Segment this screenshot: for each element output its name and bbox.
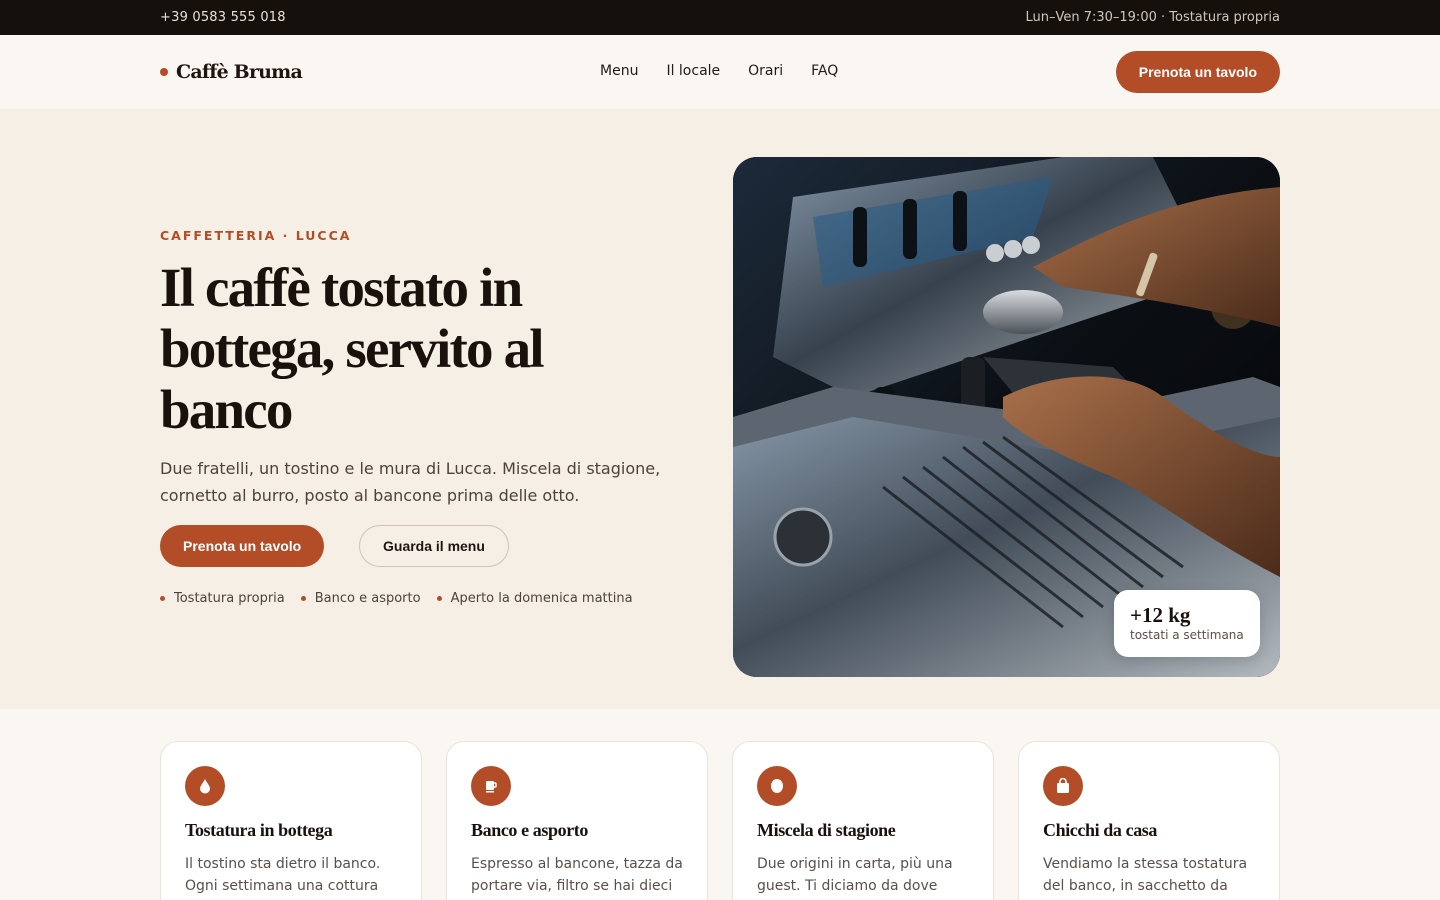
header-book-button[interactable]: Prenota un tavolo xyxy=(1115,51,1280,93)
card-title: Tostatura in bottega xyxy=(185,820,333,840)
drop-icon xyxy=(185,766,225,806)
nav-link-il-locale[interactable]: Il locale xyxy=(666,63,720,79)
hero-subtitle: Due fratelli, un tostino e le mura di Lu… xyxy=(160,459,661,505)
card-title: Banco e asporto xyxy=(471,820,588,840)
bag-icon xyxy=(1043,766,1083,806)
card-text: Due origini in carta, più una guest. Ti … xyxy=(757,856,953,894)
logo-text: Caffè Bruma xyxy=(176,61,303,83)
features-section: Tostatura in bottega Il tostino sta diet… xyxy=(0,709,1440,900)
hero-book-button[interactable]: Prenota un tavolo xyxy=(160,525,325,567)
main-nav: Menu Il locale Orari FAQ xyxy=(600,63,838,79)
nav-link-menu[interactable]: Menu xyxy=(600,63,638,79)
logo-dot-icon xyxy=(160,68,168,76)
feature-item: Banco e asporto xyxy=(300,591,421,606)
bullet-icon xyxy=(436,596,442,601)
opening-hours: Lun–Ven 7:30–19:00 · Tostatura propria xyxy=(1025,10,1280,25)
card-title: Miscela di stagione xyxy=(757,820,896,840)
top-info-bar: +39 0583 555 018 Lun–Ven 7:30–19:00 · To… xyxy=(0,0,1440,35)
feature-item: Aperto la domenica mattina xyxy=(436,591,633,606)
hero-eyebrow: CAFFETTERIA · LUCCA xyxy=(160,228,352,243)
feature-label: Tostatura propria xyxy=(174,591,285,606)
stat-value: +12 kg xyxy=(1130,603,1191,627)
card-text: Il tostino sta dietro il banco. Ogni set… xyxy=(185,856,381,894)
feature-label: Banco e asporto xyxy=(314,591,421,606)
hero-section: CAFFETTERIA · LUCCA Il caffè tostato in … xyxy=(0,109,1440,709)
stat-card: +12 kg tostati a settimana xyxy=(1114,590,1260,657)
nav-link-orari[interactable]: Orari xyxy=(748,63,783,79)
phone-number[interactable]: +39 0583 555 018 xyxy=(160,10,286,25)
feature-card-banco: Banco e asporto Espresso al bancone, taz… xyxy=(446,741,708,900)
card-title: Chicchi da casa xyxy=(1043,820,1158,840)
card-text: Vendiamo la stessa tostatura del banco, … xyxy=(1043,856,1248,894)
bean-icon xyxy=(757,766,797,806)
nav-link-faq[interactable]: FAQ xyxy=(811,63,838,79)
stat-label: tostati a settimana xyxy=(1130,628,1244,642)
feature-card-miscela: Miscela di stagione Due origini in carta… xyxy=(732,741,994,900)
feature-card-tostatura: Tostatura in bottega Il tostino sta diet… xyxy=(160,741,422,900)
hero-menu-button[interactable]: Guarda il menu xyxy=(359,525,509,567)
cup-icon xyxy=(471,766,511,806)
bullet-icon xyxy=(300,596,306,601)
feature-item: Tostatura propria xyxy=(160,591,285,606)
hero-features: Tostatura propria Banco e asporto Aperto… xyxy=(160,591,633,606)
hero-image-espresso-machine: +12 kg tostati a settimana xyxy=(733,157,1280,677)
hero-title: Il caffè tostato in bottega, servito al … xyxy=(160,257,545,440)
card-text: Espresso al bancone, tazza da portare vi… xyxy=(471,856,683,894)
site-header: Caffè Bruma Menu Il locale Orari FAQ Pre… xyxy=(0,35,1440,109)
logo[interactable]: Caffè Bruma xyxy=(160,61,303,83)
feature-label: Aperto la domenica mattina xyxy=(450,591,633,606)
bullet-icon xyxy=(160,596,165,601)
feature-card-chicchi: Chicchi da casa Vendiamo la stessa tosta… xyxy=(1018,741,1280,900)
